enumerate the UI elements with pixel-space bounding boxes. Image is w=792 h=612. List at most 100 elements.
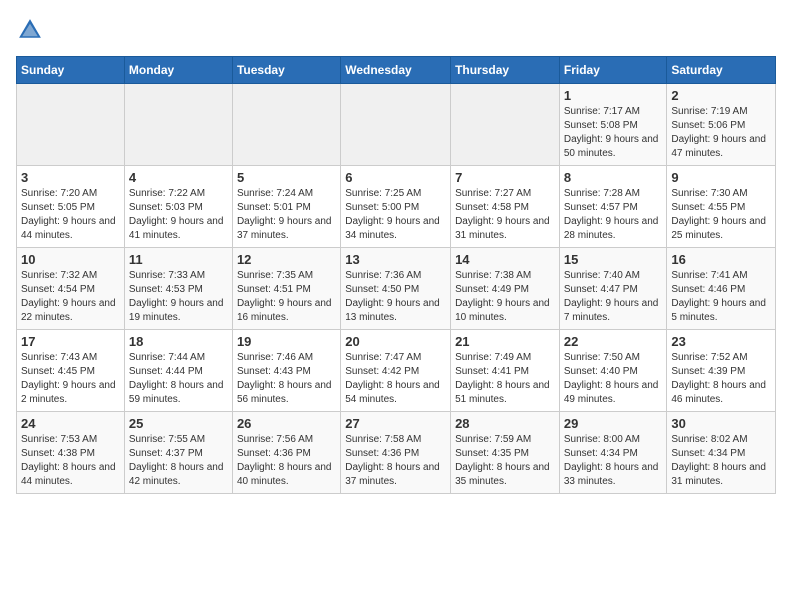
day-info: Sunrise: 8:02 AM Sunset: 4:34 PM Dayligh… (671, 433, 771, 489)
calendar-cell: 19 Sunrise: 7:46 AM Sunset: 4:43 PM Dayli… (232, 330, 340, 412)
calendar-cell (17, 84, 125, 166)
day-number: 1 (564, 88, 663, 103)
logo (16, 16, 48, 44)
day-number: 16 (671, 252, 771, 267)
calendar-cell: 1 Sunrise: 7:17 AM Sunset: 5:08 PM Daylig… (559, 84, 667, 166)
calendar-cell: 13 Sunrise: 7:36 AM Sunset: 4:50 PM Dayli… (341, 248, 451, 330)
day-number: 21 (455, 334, 555, 349)
day-info: Sunrise: 7:36 AM Sunset: 4:50 PM Dayligh… (345, 269, 446, 325)
day-number: 26 (237, 416, 336, 431)
calendar-cell (232, 84, 340, 166)
logo-icon (16, 16, 44, 44)
weekday-header-tuesday: Tuesday (232, 57, 340, 84)
calendar-cell: 30 Sunrise: 8:02 AM Sunset: 4:34 PM Dayli… (667, 412, 776, 494)
calendar-cell: 10 Sunrise: 7:32 AM Sunset: 4:54 PM Dayli… (17, 248, 125, 330)
day-info: Sunrise: 7:24 AM Sunset: 5:01 PM Dayligh… (237, 187, 336, 243)
day-info: Sunrise: 7:27 AM Sunset: 4:58 PM Dayligh… (455, 187, 555, 243)
calendar-cell: 9 Sunrise: 7:30 AM Sunset: 4:55 PM Daylig… (667, 166, 776, 248)
calendar-week-row: 1 Sunrise: 7:17 AM Sunset: 5:08 PM Daylig… (17, 84, 776, 166)
calendar-body: 1 Sunrise: 7:17 AM Sunset: 5:08 PM Daylig… (17, 84, 776, 494)
weekday-header-wednesday: Wednesday (341, 57, 451, 84)
day-number: 24 (21, 416, 120, 431)
day-info: Sunrise: 7:58 AM Sunset: 4:36 PM Dayligh… (345, 433, 446, 489)
calendar-cell: 22Sunrise: 7:50 AM Sunset: 4:40 PM Dayli… (559, 330, 667, 412)
calendar-cell: 7 Sunrise: 7:27 AM Sunset: 4:58 PM Daylig… (451, 166, 560, 248)
day-number: 13 (345, 252, 446, 267)
calendar-cell: 14Sunrise: 7:38 AM Sunset: 4:49 PM Dayli… (451, 248, 560, 330)
day-info: Sunrise: 7:30 AM Sunset: 4:55 PM Dayligh… (671, 187, 771, 243)
day-number: 2 (671, 88, 771, 103)
day-number: 6 (345, 170, 446, 185)
calendar-cell: 8 Sunrise: 7:28 AM Sunset: 4:57 PM Daylig… (559, 166, 667, 248)
calendar-cell (124, 84, 232, 166)
day-number: 7 (455, 170, 555, 185)
calendar-week-row: 17 Sunrise: 7:43 AM Sunset: 4:45 PM Dayli… (17, 330, 776, 412)
calendar-cell: 26 Sunrise: 7:56 AM Sunset: 4:36 PM Dayli… (232, 412, 340, 494)
page-header (16, 16, 776, 44)
calendar-cell: 6 Sunrise: 7:25 AM Sunset: 5:00 PM Daylig… (341, 166, 451, 248)
day-number: 3 (21, 170, 120, 185)
day-number: 30 (671, 416, 771, 431)
calendar-cell: 11Sunrise: 7:33 AM Sunset: 4:53 PM Dayli… (124, 248, 232, 330)
calendar-cell: 24 Sunrise: 7:53 AM Sunset: 4:38 PM Dayli… (17, 412, 125, 494)
weekday-header-thursday: Thursday (451, 57, 560, 84)
calendar-cell: 25 Sunrise: 7:55 AM Sunset: 4:37 PM Dayli… (124, 412, 232, 494)
day-number: 14 (455, 252, 555, 267)
calendar-table: SundayMondayTuesdayWednesdayThursdayFrid… (16, 56, 776, 494)
day-number: 8 (564, 170, 663, 185)
day-info: Sunrise: 7:28 AM Sunset: 4:57 PM Dayligh… (564, 187, 663, 243)
day-info: Sunrise: 7:56 AM Sunset: 4:36 PM Dayligh… (237, 433, 336, 489)
calendar-cell: 17 Sunrise: 7:43 AM Sunset: 4:45 PM Dayli… (17, 330, 125, 412)
day-info: Sunrise: 7:43 AM Sunset: 4:45 PM Dayligh… (21, 351, 120, 407)
day-info: Sunrise: 7:53 AM Sunset: 4:38 PM Dayligh… (21, 433, 120, 489)
weekday-header-friday: Friday (559, 57, 667, 84)
calendar-cell: 23Sunrise: 7:52 AM Sunset: 4:39 PM Dayli… (667, 330, 776, 412)
calendar-cell: 21Sunrise: 7:49 AM Sunset: 4:41 PM Dayli… (451, 330, 560, 412)
weekday-header-sunday: Sunday (17, 57, 125, 84)
calendar-cell: 18Sunrise: 7:44 AM Sunset: 4:44 PM Dayli… (124, 330, 232, 412)
calendar-cell (451, 84, 560, 166)
day-number: 10 (21, 252, 120, 267)
calendar-cell: 4Sunrise: 7:22 AM Sunset: 5:03 PM Daylig… (124, 166, 232, 248)
day-info: Sunrise: 7:52 AM Sunset: 4:39 PM Dayligh… (671, 351, 771, 407)
day-info: Sunrise: 7:25 AM Sunset: 5:00 PM Dayligh… (345, 187, 446, 243)
calendar-cell: 20Sunrise: 7:47 AM Sunset: 4:42 PM Dayli… (341, 330, 451, 412)
day-number: 20 (345, 334, 446, 349)
day-number: 28 (455, 416, 555, 431)
calendar-header: SundayMondayTuesdayWednesdayThursdayFrid… (17, 57, 776, 84)
day-info: Sunrise: 8:00 AM Sunset: 4:34 PM Dayligh… (564, 433, 663, 489)
calendar-cell: 27 Sunrise: 7:58 AM Sunset: 4:36 PM Dayli… (341, 412, 451, 494)
weekday-header-row: SundayMondayTuesdayWednesdayThursdayFrid… (17, 57, 776, 84)
day-info: Sunrise: 7:17 AM Sunset: 5:08 PM Dayligh… (564, 105, 663, 161)
calendar-week-row: 3 Sunrise: 7:20 AM Sunset: 5:05 PM Daylig… (17, 166, 776, 248)
day-info: Sunrise: 7:41 AM Sunset: 4:46 PM Dayligh… (671, 269, 771, 325)
day-number: 27 (345, 416, 446, 431)
calendar-week-row: 10 Sunrise: 7:32 AM Sunset: 4:54 PM Dayli… (17, 248, 776, 330)
day-number: 18 (129, 334, 228, 349)
day-number: 5 (237, 170, 336, 185)
calendar-week-row: 24 Sunrise: 7:53 AM Sunset: 4:38 PM Dayli… (17, 412, 776, 494)
calendar-cell: 3 Sunrise: 7:20 AM Sunset: 5:05 PM Daylig… (17, 166, 125, 248)
day-number: 19 (237, 334, 336, 349)
day-number: 17 (21, 334, 120, 349)
day-info: Sunrise: 7:46 AM Sunset: 4:43 PM Dayligh… (237, 351, 336, 407)
day-info: Sunrise: 7:55 AM Sunset: 4:37 PM Dayligh… (129, 433, 228, 489)
calendar-cell: 16 Sunrise: 7:41 AM Sunset: 4:46 PM Dayli… (667, 248, 776, 330)
day-number: 4 (129, 170, 228, 185)
day-number: 9 (671, 170, 771, 185)
calendar-cell: 2Sunrise: 7:19 AM Sunset: 5:06 PM Daylig… (667, 84, 776, 166)
calendar-cell (341, 84, 451, 166)
weekday-header-saturday: Saturday (667, 57, 776, 84)
day-number: 25 (129, 416, 228, 431)
day-info: Sunrise: 7:33 AM Sunset: 4:53 PM Dayligh… (129, 269, 228, 325)
calendar-cell: 15 Sunrise: 7:40 AM Sunset: 4:47 PM Dayli… (559, 248, 667, 330)
day-info: Sunrise: 7:32 AM Sunset: 4:54 PM Dayligh… (21, 269, 120, 325)
calendar-cell: 12Sunrise: 7:35 AM Sunset: 4:51 PM Dayli… (232, 248, 340, 330)
calendar-cell: 5 Sunrise: 7:24 AM Sunset: 5:01 PM Daylig… (232, 166, 340, 248)
day-number: 15 (564, 252, 663, 267)
day-info: Sunrise: 7:40 AM Sunset: 4:47 PM Dayligh… (564, 269, 663, 325)
day-number: 22 (564, 334, 663, 349)
calendar-cell: 28Sunrise: 7:59 AM Sunset: 4:35 PM Dayli… (451, 412, 560, 494)
calendar-cell: 29Sunrise: 8:00 AM Sunset: 4:34 PM Dayli… (559, 412, 667, 494)
day-info: Sunrise: 7:20 AM Sunset: 5:05 PM Dayligh… (21, 187, 120, 243)
